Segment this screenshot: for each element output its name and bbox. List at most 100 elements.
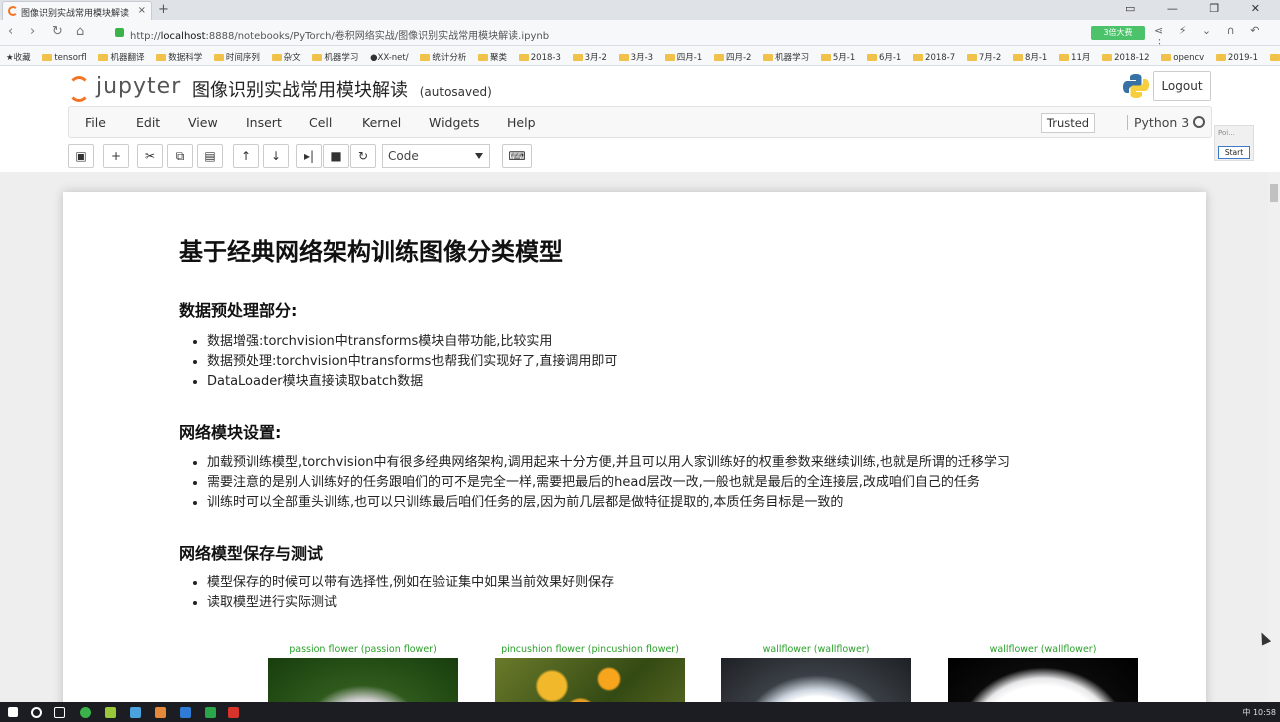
image-caption: wallflower (wallflower) <box>989 644 1097 655</box>
app-taskbar-icon[interactable] <box>228 707 239 718</box>
browser-tab[interactable]: 图像识别实战常用模块解读 × <box>2 1 152 20</box>
menu-bar: File Edit View Insert Cell Kernel Widget… <box>68 106 1212 138</box>
app-taskbar-icon[interactable] <box>155 707 166 718</box>
app-taskbar-icon[interactable] <box>130 707 141 718</box>
extension-badge[interactable]: 3倍大费 <box>1091 26 1145 40</box>
reload-icon[interactable]: ↻ <box>52 24 63 39</box>
save-icon[interactable]: ▣ <box>68 144 94 168</box>
jupyter-logo[interactable]: jupyter <box>68 72 183 104</box>
forward-icon[interactable]: › <box>30 24 35 39</box>
page-scrollbar[interactable] <box>1268 172 1280 702</box>
trusted-indicator[interactable]: Trusted <box>1041 113 1095 133</box>
windows-start-icon[interactable] <box>8 707 18 717</box>
scrollbar-thumb[interactable] <box>1270 184 1278 202</box>
folder-icon <box>1012 54 1023 61</box>
notebook-name[interactable]: 图像识别实战常用模块解读 <box>192 80 408 101</box>
url-host: localhost <box>160 31 206 42</box>
keyboard-icon[interactable]: ⌨ <box>502 144 532 168</box>
folder-icon <box>98 54 109 61</box>
kernel-name[interactable]: Python 3 <box>1127 115 1189 130</box>
paste-icon[interactable]: ▤ <box>197 144 223 168</box>
flower-image-panel: passion flower (passion flower) <box>268 644 458 702</box>
start-button[interactable]: Start <box>1218 146 1250 159</box>
bookmark-item[interactable]: 8月-1 <box>1012 51 1047 63</box>
bookmark-item[interactable]: 统计分析 <box>420 51 466 63</box>
bookmark-item[interactable]: tensorfl <box>42 53 87 63</box>
stop-icon[interactable]: ■ <box>323 144 349 168</box>
window-controls[interactable]: ▭ — ❐ ✕ <box>1125 2 1274 15</box>
bookmark-item[interactable]: 四月-1 <box>664 51 702 63</box>
task-view-icon[interactable] <box>54 707 65 718</box>
bookmark-item[interactable]: 时间序列 <box>213 51 260 63</box>
menu-kernel[interactable]: Kernel <box>362 115 401 130</box>
cut-icon[interactable]: ✂ <box>137 144 163 168</box>
notebook-title[interactable]: 图像识别实战常用模块解读 (autosaved) <box>192 76 492 102</box>
bookmark-item[interactable]: 2018-12 <box>1102 53 1150 63</box>
move-down-icon[interactable]: ↓ <box>263 144 289 168</box>
run-icon[interactable]: ▸| <box>296 144 322 168</box>
section-heading: 网络模型保存与测试 <box>179 544 324 563</box>
menu-widgets[interactable]: Widgets <box>429 115 480 130</box>
app-taskbar-icon[interactable] <box>180 707 191 718</box>
kernel-status-icon <box>1193 116 1205 128</box>
bookmark-item[interactable]: 11月 <box>1059 51 1090 63</box>
bookmark-item[interactable]: 杂文 <box>271 51 301 63</box>
bookmark-item[interactable]: ●XX-net/ <box>370 53 409 63</box>
bookmark-item[interactable]: 2019-1 <box>1215 53 1258 63</box>
bookmark-item[interactable]: 3月-2 <box>572 51 607 63</box>
app-taskbar-icon[interactable] <box>205 707 216 718</box>
folder-icon <box>478 54 489 61</box>
menu-help[interactable]: Help <box>507 115 536 130</box>
app-taskbar-icon[interactable] <box>105 707 116 718</box>
bookmark-item[interactable]: 3月-3 <box>618 51 653 63</box>
address-bar[interactable]: http://localhost:8888/notebooks/PyTorch/… <box>110 23 1080 43</box>
bookmark-item[interactable]: 数据科学 <box>156 51 202 63</box>
bookmark-item[interactable]: 聚类 <box>478 51 507 63</box>
list-item: 训练时可以全部重头训练,也可以只训练最后咱们任务的层,因为前几层都是做特征提取的… <box>207 493 1010 513</box>
bookmark-item[interactable]: 2018-7 <box>913 53 955 63</box>
back-icon[interactable]: ‹ <box>8 24 13 39</box>
notebook-toolbar: ▣ + ✂ ⧉ ▤ ↑ ↓ ▸| ■ ↻ Code ⌨ <box>68 144 1212 170</box>
bookmark-item[interactable]: 机器学习 <box>763 51 809 63</box>
folder-icon <box>572 54 583 61</box>
search-icon[interactable] <box>31 707 42 718</box>
close-tab-icon[interactable]: × <box>138 5 146 16</box>
menu-insert[interactable]: Insert <box>246 115 282 130</box>
cell-type-select[interactable]: Code <box>382 144 490 168</box>
section-list: 模型保存的时候可以带有选择性,例如在验证集中如果当前效果好则保存 读取模型进行实… <box>193 573 614 613</box>
python-logo-icon <box>1123 74 1149 98</box>
secure-icon <box>115 28 124 37</box>
folder-icon <box>664 54 675 61</box>
bookmark-item[interactable]: 四月-2 <box>713 51 751 63</box>
bookmark-item[interactable]: 机器翻译 <box>98 51 145 63</box>
menu-view[interactable]: View <box>188 115 218 130</box>
home-icon[interactable]: ⌂ <box>76 24 84 39</box>
bookmark-item[interactable]: ★收藏 <box>6 51 31 63</box>
bookmark-item[interactable]: 7月-2 <box>966 51 1001 63</box>
bookmark-item[interactable]: 2018-3 <box>518 53 561 63</box>
browser-taskbar-icon[interactable] <box>80 707 91 718</box>
browser-tab-title: 图像识别实战常用模块解读 <box>21 9 130 19</box>
section-heading: 数据预处理部分: <box>179 301 298 320</box>
menu-edit[interactable]: Edit <box>136 115 160 130</box>
bookmark-item[interactable]: 2019-2 <box>1269 53 1280 63</box>
bookmark-item[interactable]: 6月-1 <box>866 51 901 63</box>
menu-cell[interactable]: Cell <box>309 115 332 130</box>
image-caption: passion flower (passion flower) <box>289 644 437 655</box>
folder-icon <box>866 54 877 61</box>
bookmark-item[interactable]: opencv <box>1161 53 1204 63</box>
new-tab-button[interactable]: + <box>158 2 169 17</box>
move-up-icon[interactable]: ↑ <box>233 144 259 168</box>
copy-icon[interactable]: ⧉ <box>167 144 193 168</box>
folder-icon <box>1215 54 1226 61</box>
bookmark-item[interactable]: 机器学习 <box>312 51 358 63</box>
list-item: 数据预处理:torchvision中transforms也帮我们实现好了,直接调… <box>207 352 617 372</box>
system-tray[interactable]: 中 10:58 <box>1242 707 1276 718</box>
restart-icon[interactable]: ↻ <box>350 144 376 168</box>
menu-file[interactable]: File <box>85 115 106 130</box>
insert-cell-icon[interactable]: + <box>103 144 129 168</box>
bookmark-item[interactable]: 5月-1 <box>820 51 855 63</box>
flower-image-panel: wallflower (wallflower) <box>721 644 911 702</box>
logout-button[interactable]: Logout <box>1153 71 1211 101</box>
jupyter-logo-icon <box>68 76 90 102</box>
